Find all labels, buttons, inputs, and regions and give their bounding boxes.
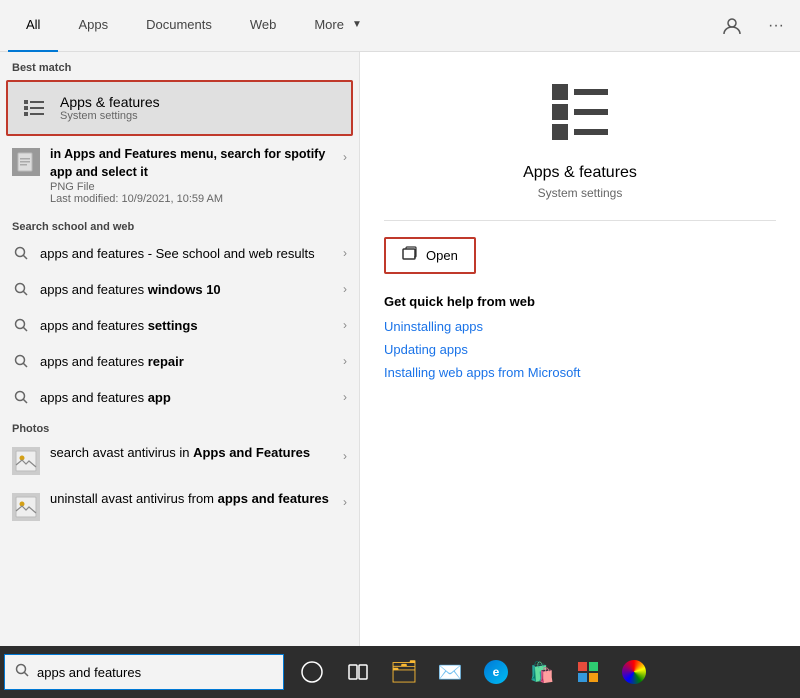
open-window-icon xyxy=(402,246,418,265)
file-title: in Apps and Features menu, search for sp… xyxy=(50,146,333,181)
file-title-prefix: in xyxy=(50,147,64,161)
tab-documents[interactable]: Documents xyxy=(128,0,230,52)
search-icon-1 xyxy=(12,280,30,298)
tab-documents-label: Documents xyxy=(146,17,212,32)
search-icon-4 xyxy=(12,388,30,406)
photo-text-0: search avast antivirus in Apps and Featu… xyxy=(50,445,333,460)
tab-web[interactable]: Web xyxy=(232,0,295,52)
taskbar-color-btn[interactable] xyxy=(612,650,656,694)
best-match-subtitle: System settings xyxy=(60,110,160,122)
tab-all-label: All xyxy=(26,17,40,32)
taskbar-edge-btn[interactable]: e xyxy=(474,650,518,694)
tab-apps-label: Apps xyxy=(78,17,108,32)
search-row-text-0: apps and features - See school and web r… xyxy=(40,246,333,261)
top-nav: All Apps Documents Web More ▼ ··· xyxy=(0,0,800,52)
taskbar-icons: 🗂 ✉️ e 🛍️ xyxy=(290,650,656,694)
taskbar-store-btn[interactable]: 🛍️ xyxy=(520,650,564,694)
tab-more[interactable]: More ▼ xyxy=(296,0,380,52)
taskbar-search-btn[interactable] xyxy=(290,650,334,694)
photo-chevron-0: › xyxy=(343,445,347,463)
tab-all[interactable]: All xyxy=(8,0,58,52)
left-panel: Best match Apps & features System settin… xyxy=(0,52,360,646)
photos-label: Photos xyxy=(0,415,359,437)
main-container: Best match Apps & features System settin… xyxy=(0,52,800,646)
taskbar-mail-btn[interactable]: ✉️ xyxy=(428,650,472,694)
file-info: in Apps and Features menu, search for sp… xyxy=(50,146,333,205)
tab-apps[interactable]: Apps xyxy=(60,0,126,52)
file-result-item[interactable]: in Apps and Features menu, search for sp… xyxy=(0,138,359,213)
ellipsis-icon: ··· xyxy=(768,17,784,35)
photo-result-0[interactable]: search avast antivirus in Apps and Featu… xyxy=(0,437,359,483)
search-row-text-4: apps and features app xyxy=(40,390,333,405)
photo-icon-1 xyxy=(12,493,40,521)
app-large-icon xyxy=(544,76,616,148)
taskbar-taskview-btn[interactable] xyxy=(336,650,380,694)
search-chevron-2: › xyxy=(343,318,347,332)
more-options-btn[interactable]: ··· xyxy=(760,10,792,42)
quick-help-title: Get quick help from web xyxy=(384,294,776,309)
search-input[interactable] xyxy=(37,665,273,680)
best-match-label: Best match xyxy=(0,52,359,78)
quick-help-link-2[interactable]: Installing web apps from Microsoft xyxy=(384,365,776,380)
best-match-text: Apps & features System settings xyxy=(60,94,160,122)
edge-icon: e xyxy=(484,660,508,684)
search-icon-2 xyxy=(12,316,30,334)
taskbar-search-icon xyxy=(15,663,29,682)
tab-more-label: More xyxy=(314,17,344,32)
search-row-2[interactable]: apps and features settings › xyxy=(0,307,359,343)
quick-help-link-0[interactable]: Uninstalling apps xyxy=(384,319,776,334)
tab-web-label: Web xyxy=(250,17,277,32)
best-match-title: Apps & features xyxy=(60,94,160,110)
file-modified: Last modified: 10/9/2021, 10:59 AM xyxy=(50,193,333,205)
right-app-title: Apps & features xyxy=(384,164,776,182)
photo-result-1[interactable]: uninstall avast antivirus from apps and … xyxy=(0,483,359,529)
photo-chevron-1: › xyxy=(343,491,347,509)
open-button[interactable]: Open xyxy=(384,237,476,274)
file-type: PNG File xyxy=(50,181,333,193)
taskbar-explorer-btn[interactable]: 🗂 xyxy=(382,650,426,694)
search-row-text-1: apps and features windows 10 xyxy=(40,282,333,297)
user-icon-btn[interactable] xyxy=(716,10,748,42)
nav-right-icons: ··· xyxy=(716,10,792,42)
taskbar: 🗂 ✉️ e 🛍️ xyxy=(0,646,800,698)
search-row-0[interactable]: apps and features - See school and web r… xyxy=(0,235,359,271)
search-row-1[interactable]: apps and features windows 10 › xyxy=(0,271,359,307)
chevron-down-icon: ▼ xyxy=(352,19,362,30)
search-chevron-0: › xyxy=(343,246,347,260)
right-divider xyxy=(384,220,776,221)
file-chevron-icon: › xyxy=(343,146,347,164)
best-match-item[interactable]: Apps & features System settings xyxy=(6,80,353,136)
right-panel: Apps & features System settings Open Get… xyxy=(360,52,800,646)
search-row-3[interactable]: apps and features repair › xyxy=(0,343,359,379)
apps-features-icon xyxy=(18,92,50,124)
search-row-text-2: apps and features settings xyxy=(40,318,333,333)
photo-text-1: uninstall avast antivirus from apps and … xyxy=(50,491,333,506)
taskbar-tiles-btn[interactable] xyxy=(566,650,610,694)
taskbar-search[interactable] xyxy=(4,654,284,690)
open-label: Open xyxy=(426,248,458,263)
search-row-text-3: apps and features repair xyxy=(40,354,333,369)
search-school-label: Search school and web xyxy=(0,213,359,235)
app-icon-container xyxy=(384,76,776,148)
search-chevron-4: › xyxy=(343,390,347,404)
search-icon-3 xyxy=(12,352,30,370)
right-app-subtitle: System settings xyxy=(384,186,776,200)
file-title-bold: Apps and Features xyxy=(64,147,177,161)
photo-icon-0 xyxy=(12,447,40,475)
file-icon xyxy=(12,148,40,176)
search-icon-0 xyxy=(12,244,30,262)
search-row-4[interactable]: apps and features app › xyxy=(0,379,359,415)
search-chevron-3: › xyxy=(343,354,347,368)
search-chevron-1: › xyxy=(343,282,347,296)
quick-help-link-1[interactable]: Updating apps xyxy=(384,342,776,357)
